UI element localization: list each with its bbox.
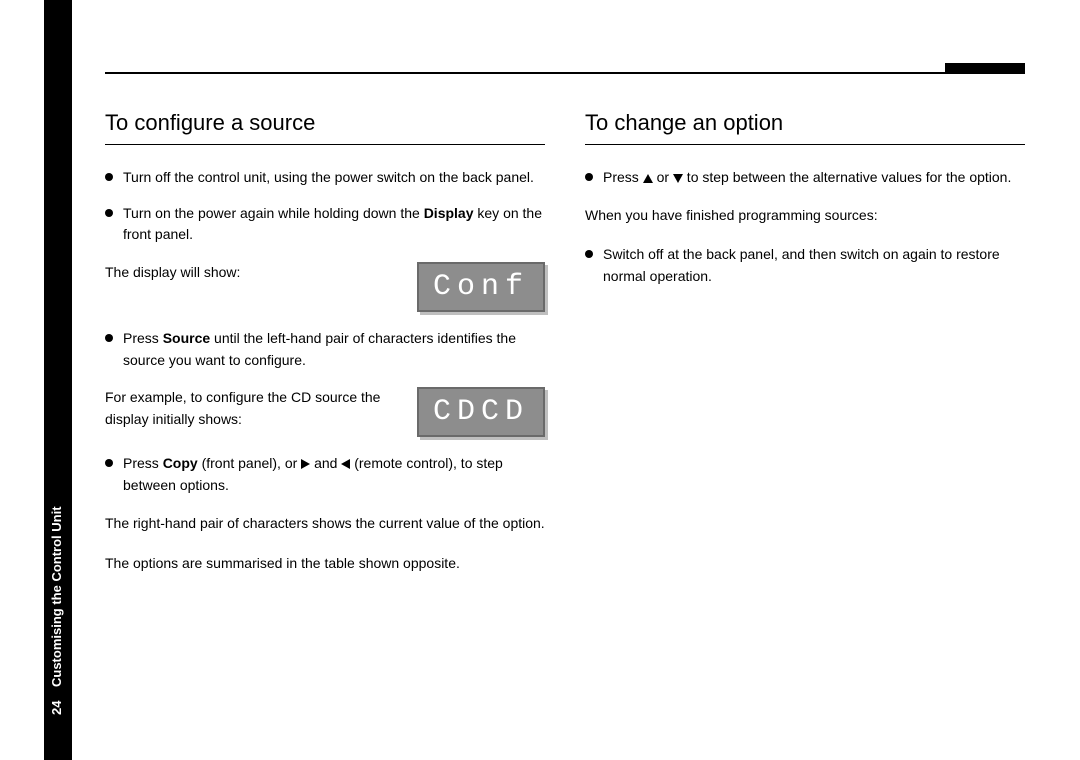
section-heading-change: To change an option: [585, 110, 1025, 145]
body-text: For example, to configure the CD source …: [105, 387, 399, 430]
body-text: The display will show:: [105, 262, 399, 284]
left-column: To configure a source Turn off the contr…: [105, 110, 545, 592]
top-tab: [945, 63, 1025, 74]
key-display: Display: [424, 205, 474, 221]
display-row: For example, to configure the CD source …: [105, 387, 545, 437]
up-arrow-icon: [643, 174, 653, 183]
step-item: Press or to step between the alternative…: [585, 167, 1025, 189]
step-item: Turn off the control unit, using the pow…: [105, 167, 545, 189]
step-list: Turn off the control unit, using the pow…: [105, 167, 545, 246]
step-list: Switch off at the back panel, and then s…: [585, 244, 1025, 287]
step-item: Switch off at the back panel, and then s…: [585, 244, 1025, 287]
step-item: Press Source until the left-hand pair of…: [105, 328, 545, 371]
key-source: Source: [163, 330, 210, 346]
chapter-title: Customising the Control Unit: [49, 506, 64, 687]
step-list: Press or to step between the alternative…: [585, 167, 1025, 189]
display-row: The display will show: Conf: [105, 262, 545, 312]
lcd-display-cdcd: CDCD: [417, 387, 545, 437]
top-rule: [105, 72, 1025, 74]
step-list: Press Copy (front panel), or and (remote…: [105, 453, 545, 496]
body-text: When you have finished programming sourc…: [585, 205, 1025, 227]
body-text: The options are summarised in the table …: [105, 553, 545, 575]
side-label: 24 Customising the Control Unit: [49, 410, 67, 730]
content: To configure a source Turn off the contr…: [105, 110, 1025, 592]
step-item: Turn on the power again while holding do…: [105, 203, 545, 246]
section-heading-configure: To configure a source: [105, 110, 545, 145]
lcd-display-conf: Conf: [417, 262, 545, 312]
step-item: Press Copy (front panel), or and (remote…: [105, 453, 545, 496]
down-arrow-icon: [673, 174, 683, 183]
key-copy: Copy: [163, 455, 198, 471]
step-list: Press Source until the left-hand pair of…: [105, 328, 545, 371]
body-text: The right-hand pair of characters shows …: [105, 513, 545, 535]
right-arrow-icon: [301, 459, 310, 469]
right-column: To change an option Press or to step bet…: [585, 110, 1025, 592]
left-arrow-icon: [341, 459, 350, 469]
page-number: 24: [49, 701, 64, 715]
